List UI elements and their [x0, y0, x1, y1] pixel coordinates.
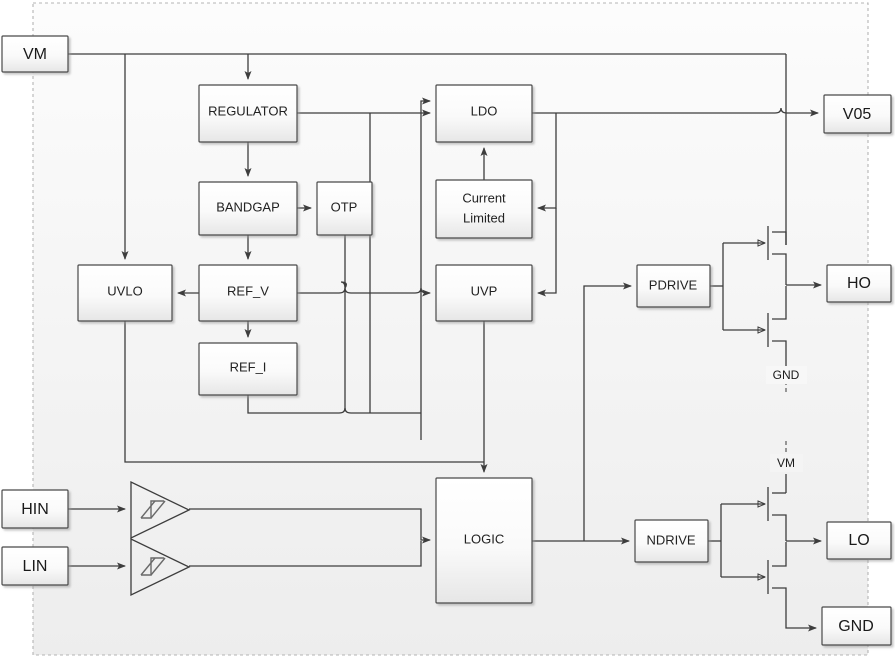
block-ldo[interactable]: LDO	[435, 84, 533, 143]
pin-lin[interactable]: LIN	[1, 546, 69, 586]
pin-lo[interactable]: LO	[826, 521, 892, 560]
pin-ho[interactable]: HO	[826, 264, 892, 303]
block-ndrive[interactable]: NDRIVE	[634, 519, 709, 563]
block-ref-i-label: REF_I	[230, 359, 267, 374]
block-ref-v[interactable]: REF_V	[198, 264, 298, 322]
block-ndrive-label: NDRIVE	[646, 532, 695, 547]
rail-label-ho-gnd-text: GND	[773, 368, 800, 382]
pin-vm[interactable]: VM	[1, 35, 69, 73]
block-uvlo[interactable]: UVLO	[77, 264, 173, 322]
block-ref-i[interactable]: REF_I	[198, 342, 298, 396]
block-regulator-label: REGULATOR	[208, 103, 288, 118]
block-ldo-label: LDO	[471, 103, 498, 118]
pin-v05[interactable]: V05	[823, 94, 892, 134]
block-otp[interactable]: OTP	[316, 181, 373, 236]
pin-ho-label: HO	[847, 275, 871, 292]
block-logic[interactable]: LOGIC	[435, 477, 533, 604]
pin-lo-label: LO	[848, 532, 869, 549]
pin-vm-label: VM	[23, 46, 47, 63]
block-uvlo-label: UVLO	[107, 283, 142, 298]
block-uvp-label: UVP	[471, 283, 498, 298]
pin-v05-label: V05	[843, 106, 872, 123]
rail-label-lo-vm-text: VM	[777, 456, 795, 470]
pin-lin-label: LIN	[23, 558, 48, 575]
pin-gnd[interactable]: GND	[821, 606, 892, 646]
pin-hin-label: HIN	[21, 501, 49, 518]
pin-gnd-label: GND	[838, 618, 874, 635]
block-current-limited-label-line2: Limited	[463, 210, 505, 225]
block-diagram-canvas: VM HIN LIN V05 HO LO GND REGULATOR BANDG…	[0, 0, 895, 664]
block-ref-v-label: REF_V	[227, 283, 269, 298]
block-bandgap-label: BANDGAP	[216, 199, 280, 214]
rail-label-lo-vm: VM	[770, 454, 803, 472]
block-pdrive-label: PDRIVE	[649, 277, 698, 292]
block-bandgap[interactable]: BANDGAP	[198, 181, 298, 236]
rail-label-ho-gnd: GND	[766, 366, 807, 384]
block-regulator[interactable]: REGULATOR	[198, 84, 298, 143]
block-uvp[interactable]: UVP	[435, 264, 533, 322]
block-otp-label: OTP	[331, 199, 358, 214]
pin-hin[interactable]: HIN	[1, 489, 69, 529]
block-logic-label: LOGIC	[464, 531, 504, 546]
block-current-limited-label-line1: Current	[462, 190, 506, 205]
block-current-limited[interactable]: Current Limited	[435, 179, 533, 239]
block-pdrive[interactable]: PDRIVE	[636, 264, 711, 308]
